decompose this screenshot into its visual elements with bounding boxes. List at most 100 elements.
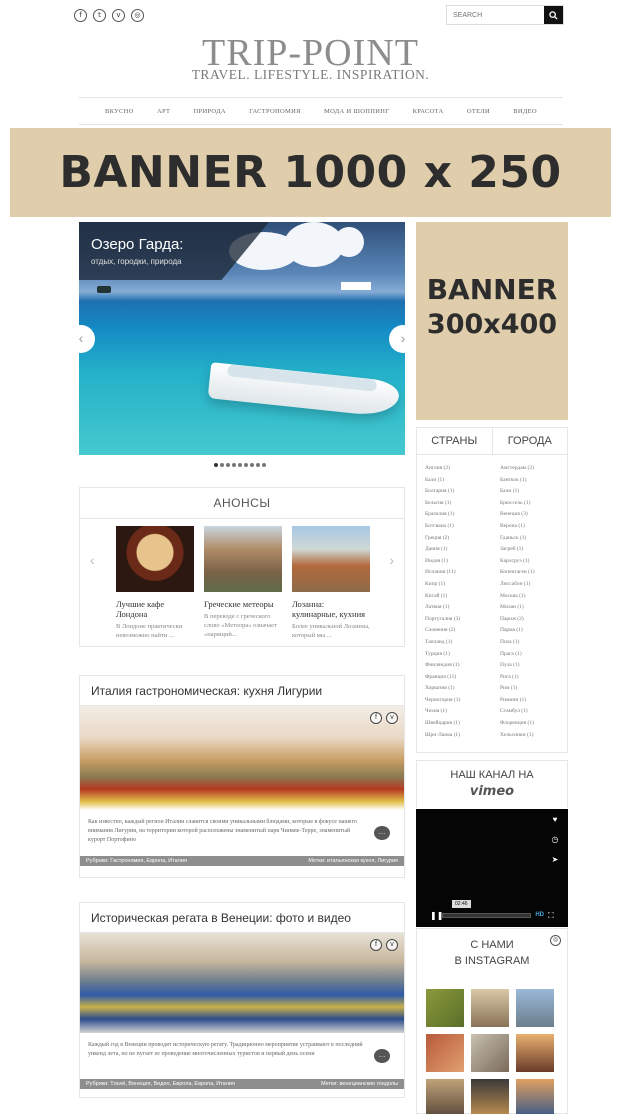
city-link[interactable]: Париж (2) bbox=[500, 614, 567, 626]
country-link[interactable]: Кипр (1) bbox=[425, 579, 492, 591]
vimeo-logo[interactable]: vimeo bbox=[417, 784, 567, 799]
country-link[interactable]: Турция (1) bbox=[425, 649, 492, 661]
country-link[interactable]: Китай (1) bbox=[425, 591, 492, 603]
top-banner[interactable]: BANNER 1000 x 250 bbox=[10, 128, 611, 217]
country-link[interactable]: Черногория (1) bbox=[425, 695, 492, 707]
nav-item[interactable]: АРТ bbox=[157, 108, 170, 115]
announcement-card[interactable]: Лозанна: кулинарные, кухния Более уникал… bbox=[292, 526, 370, 640]
slider-prev-button[interactable]: ‹ bbox=[79, 325, 95, 353]
city-link[interactable]: Верона (1) bbox=[500, 521, 567, 533]
country-link[interactable]: Испания (11) bbox=[425, 567, 492, 579]
announcement-title[interactable]: Лучшие кафе Лондона bbox=[116, 599, 194, 619]
hd-toggle[interactable]: HD bbox=[535, 912, 544, 918]
instagram-photo[interactable] bbox=[471, 989, 509, 1027]
country-link[interactable]: Чехия (1) bbox=[425, 706, 492, 718]
country-link[interactable]: Латвия (1) bbox=[425, 602, 492, 614]
announcement-card[interactable]: Лучшие кафе Лондона В Лондоне практическ… bbox=[116, 526, 194, 640]
announcement-thumb[interactable] bbox=[292, 526, 370, 592]
instagram-photo[interactable] bbox=[426, 989, 464, 1027]
nav-item[interactable]: ГАСТРОНОМИЯ bbox=[249, 108, 301, 115]
post-rubrics[interactable]: Рубрики: Гастрономия, Европа, Италия bbox=[86, 856, 187, 866]
city-link[interactable]: Гданьск (1) bbox=[500, 533, 567, 545]
side-banner[interactable]: BANNER 300x400 bbox=[416, 222, 568, 420]
country-link[interactable]: Франция (11) bbox=[425, 672, 492, 684]
city-link[interactable]: Рига (1) bbox=[500, 672, 567, 684]
nav-item[interactable]: КРАСОТА bbox=[413, 108, 444, 115]
city-link[interactable]: Москва (1) bbox=[500, 591, 567, 603]
city-link[interactable]: Прага (1) bbox=[500, 649, 567, 661]
announcement-card[interactable]: Греческие метеоры В переводе с греческог… bbox=[204, 526, 282, 639]
hero-slider[interactable]: Озеро Гарда: отдых, городки, природа ‹ › bbox=[79, 222, 405, 455]
slider-dot[interactable] bbox=[214, 463, 218, 467]
nav-item[interactable]: ПРИРОДА bbox=[194, 108, 226, 115]
slider-dot[interactable] bbox=[232, 463, 236, 467]
announcements-prev-button[interactable]: ‹ bbox=[90, 552, 95, 568]
site-logo[interactable]: TRIP-POINT TRAVEL. LIFESTYLE. INSPIRATIO… bbox=[0, 33, 621, 83]
city-link[interactable]: Загреб (1) bbox=[500, 544, 567, 556]
post-rubrics[interactable]: Рубрики: Travel, Венеция, Видео, Европа,… bbox=[86, 1079, 235, 1089]
slider-dot[interactable] bbox=[238, 463, 242, 467]
city-link[interactable]: Копенгаген (1) bbox=[500, 567, 567, 579]
city-link[interactable]: Парма (1) bbox=[500, 625, 567, 637]
country-link[interactable]: Бразилия (1) bbox=[425, 509, 492, 521]
slide-title[interactable]: Озеро Гарда: bbox=[91, 236, 183, 253]
instagram-photo[interactable] bbox=[426, 1034, 464, 1072]
instagram-photo[interactable] bbox=[471, 1034, 509, 1072]
country-link[interactable]: Дания (1) bbox=[425, 544, 492, 556]
nav-item[interactable]: ВИДЕО bbox=[513, 108, 537, 115]
slider-dot[interactable] bbox=[262, 463, 266, 467]
comment-icon[interactable]: … bbox=[374, 826, 390, 840]
city-link[interactable]: Римини (1) bbox=[500, 695, 567, 707]
country-link[interactable]: Англия (2) bbox=[425, 463, 492, 475]
post-image[interactable]: f v bbox=[80, 933, 404, 1033]
twitter-icon[interactable]: t bbox=[93, 9, 106, 22]
nav-item[interactable]: ОТЕЛИ bbox=[467, 108, 490, 115]
search-button[interactable] bbox=[544, 6, 563, 24]
search-input[interactable] bbox=[447, 6, 544, 24]
pause-button[interactable]: ❚❚ bbox=[430, 911, 443, 920]
country-link[interactable]: Хорватия (1) bbox=[425, 683, 492, 695]
video-player[interactable]: ♥ ◷ ➤ 02:46 ❚❚ HD ⛶ bbox=[416, 809, 568, 927]
country-link[interactable]: Словения (2) bbox=[425, 625, 492, 637]
country-link[interactable]: Болгария (1) bbox=[425, 486, 492, 498]
share-icon[interactable]: ➤ bbox=[548, 855, 562, 869]
city-link[interactable]: Стамбул (1) bbox=[500, 706, 567, 718]
instagram-icon[interactable]: ◎ bbox=[550, 935, 561, 946]
announcement-title[interactable]: Греческие метеоры bbox=[204, 599, 282, 609]
tab-cities[interactable]: ГОРОДА bbox=[493, 428, 568, 454]
instagram-icon[interactable]: ◎ bbox=[131, 9, 144, 22]
slider-dot[interactable] bbox=[226, 463, 230, 467]
instagram-photo[interactable] bbox=[471, 1079, 509, 1114]
post-tags[interactable]: Метки: итальянская кухня, Лигурия bbox=[308, 856, 398, 866]
nav-item[interactable]: МОДА И ШОППИНГ bbox=[324, 108, 389, 115]
vk-icon[interactable]: v bbox=[112, 9, 125, 22]
nav-item[interactable]: ВКУСНО bbox=[105, 108, 134, 115]
announcement-thumb[interactable] bbox=[204, 526, 282, 592]
instagram-photo[interactable] bbox=[516, 1034, 554, 1072]
country-link[interactable]: Греция (2) bbox=[425, 533, 492, 545]
city-link[interactable]: Лиссабон (1) bbox=[500, 579, 567, 591]
city-link[interactable]: Венеция (3) bbox=[500, 509, 567, 521]
slider-dot[interactable] bbox=[256, 463, 260, 467]
announcements-next-button[interactable]: › bbox=[389, 552, 394, 568]
facebook-icon[interactable]: f bbox=[74, 9, 87, 22]
slider-dot[interactable] bbox=[250, 463, 254, 467]
country-link[interactable]: Португалия (3) bbox=[425, 614, 492, 626]
city-link[interactable]: Рим (1) bbox=[500, 683, 567, 695]
slider-dot[interactable] bbox=[244, 463, 248, 467]
country-link[interactable]: Индия (1) bbox=[425, 556, 492, 568]
post-tags[interactable]: Метки: венецианские гондолы bbox=[321, 1079, 398, 1089]
post-title[interactable]: Историческая регата в Венеции: фото и ви… bbox=[80, 903, 404, 933]
like-icon[interactable]: ♥ bbox=[548, 815, 562, 829]
player-progress-bar[interactable] bbox=[442, 912, 532, 918]
post-share-vk-icon[interactable]: v bbox=[386, 939, 398, 951]
comment-icon[interactable]: … bbox=[374, 1049, 390, 1063]
announcement-title[interactable]: Лозанна: кулинарные, кухния bbox=[292, 599, 370, 619]
tab-countries[interactable]: СТРАНЫ bbox=[417, 428, 493, 454]
slider-dot[interactable] bbox=[220, 463, 224, 467]
city-link[interactable]: Пиза (1) bbox=[500, 637, 567, 649]
city-link[interactable]: Милан (1) bbox=[500, 602, 567, 614]
post-share-facebook-icon[interactable]: f bbox=[370, 939, 382, 951]
city-link[interactable]: Хельсинки (1) bbox=[500, 730, 567, 742]
city-link[interactable]: Бангкок (1) bbox=[500, 475, 567, 487]
